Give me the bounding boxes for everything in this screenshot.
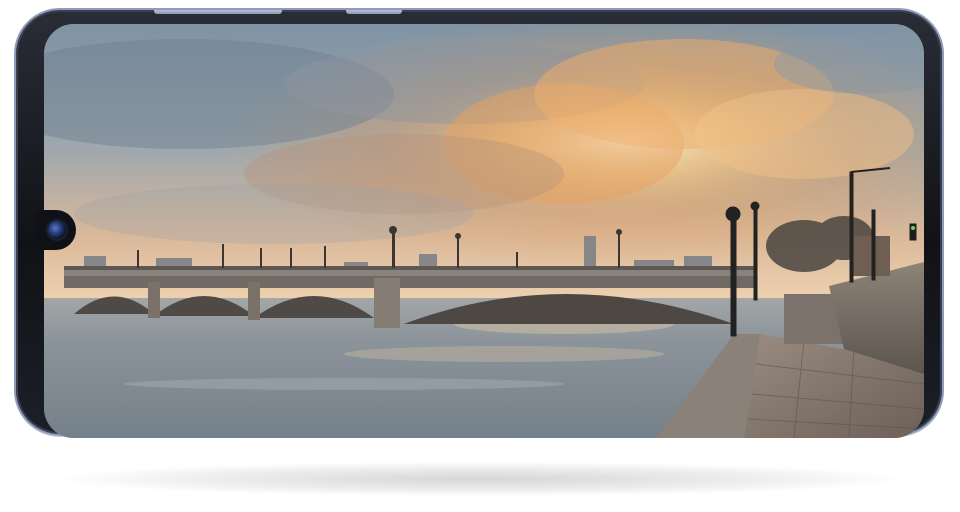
power-button (346, 10, 402, 14)
camera-icon (48, 221, 66, 239)
camera-notch (36, 210, 76, 250)
landscape-photo (44, 24, 924, 438)
volume-button (154, 10, 282, 14)
smartphone (14, 8, 944, 438)
phone-screen (44, 24, 924, 438)
building (850, 236, 890, 276)
floor-shadow (60, 462, 900, 496)
